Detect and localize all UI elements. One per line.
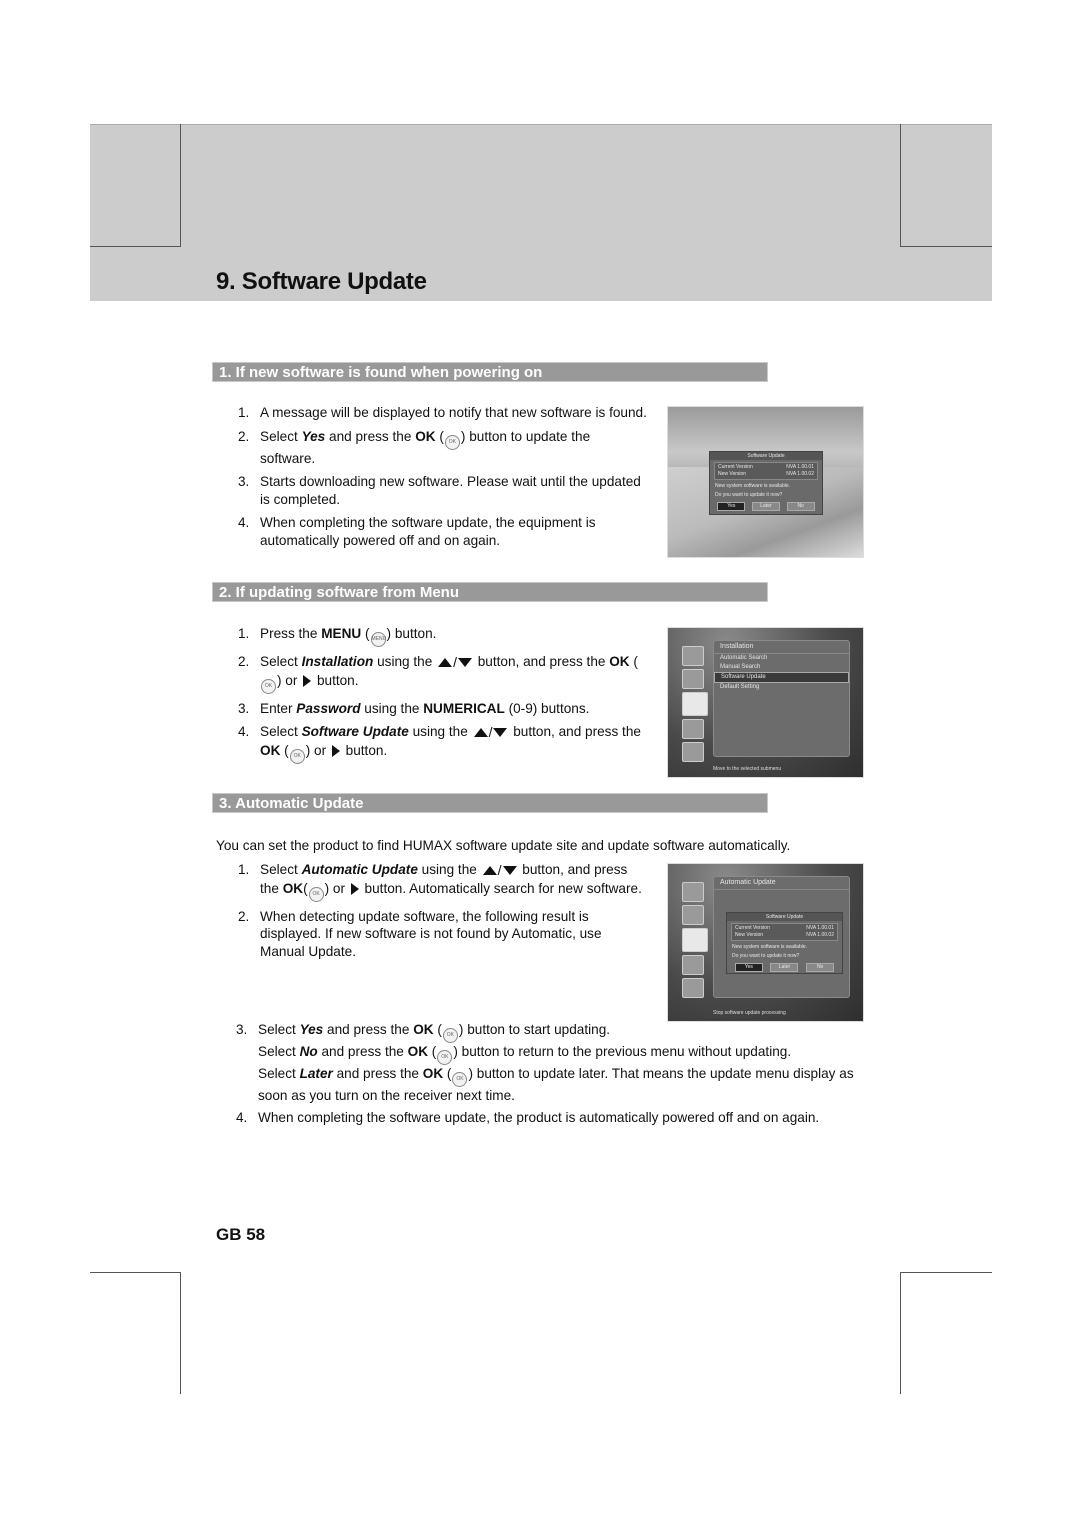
installation-icon xyxy=(682,928,708,952)
crop-mark xyxy=(180,124,181,246)
list-item: 3. Select Yes and press the OK (OK) butt… xyxy=(236,1022,854,1103)
no-button: No xyxy=(786,502,815,511)
page-number: GB 58 xyxy=(216,1225,266,1244)
ok-button-icon: OK xyxy=(444,434,460,450)
section-header-from-menu: 2. If updating software from Menu xyxy=(212,582,768,602)
list-item: 4. When completing the software update, t… xyxy=(236,1109,820,1125)
list-item: 2. Select Installation using the / button… xyxy=(238,653,648,694)
ok-button-icon: OK xyxy=(437,1050,453,1065)
automatic-update-intro: You can set the product to find HUMAX so… xyxy=(216,838,791,853)
screenshot-automatic-update: Automatic Update Software Update Current… xyxy=(667,863,864,1022)
crop-mark xyxy=(90,246,181,247)
ok-button-icon: OK xyxy=(261,678,276,694)
ok-button-icon: OK xyxy=(442,1028,458,1043)
software-update-dialog: Software Update Current Version NVA 1.00.… xyxy=(726,912,843,974)
page-title: 9. Software Update xyxy=(216,268,427,295)
menu-icon xyxy=(682,719,704,739)
crop-mark xyxy=(900,246,992,247)
menu-side-icons xyxy=(682,882,708,1001)
list-item: 1. A message will be displayed to notify … xyxy=(238,405,647,420)
up-down-arrow-icon: / xyxy=(473,724,508,742)
software-update-dialog: Software Update Current Version NVA 1.00.… xyxy=(709,451,823,515)
crop-mark xyxy=(90,1272,181,1273)
no-button: No xyxy=(806,963,835,972)
list-item: 4. When completing the software update, t… xyxy=(238,515,596,548)
crop-mark xyxy=(900,1272,992,1273)
later-button: Later xyxy=(770,963,799,972)
screenshot-update-dialog: Software Update Current Version NVA 1.00.… xyxy=(667,406,864,558)
list-item: 1. Select Automatic Update using the / bu… xyxy=(238,861,648,902)
section-2-steps: 1. Press the MENU (MENU) button. 2. Select… xyxy=(238,625,648,770)
right-arrow-icon xyxy=(350,882,359,895)
menu-icon xyxy=(682,742,704,762)
menu-icon xyxy=(682,669,704,689)
list-item: 2. When detecting update software, the fo… xyxy=(238,908,602,959)
crop-mark xyxy=(900,124,901,246)
menu-icon xyxy=(682,646,704,666)
ok-button-icon: OK xyxy=(452,1072,468,1087)
up-down-arrow-icon: / xyxy=(438,654,472,672)
ok-button-icon: OK xyxy=(308,886,324,902)
ok-button-icon: OK xyxy=(289,748,305,764)
menu-icon xyxy=(682,955,704,975)
section-header-powering-on: 1. If new software is found when powerin… xyxy=(212,362,768,382)
later-button: Later xyxy=(751,502,780,511)
section-header-automatic-update: 3. Automatic Update xyxy=(212,793,768,813)
menu-button-icon: MENU xyxy=(370,632,386,647)
up-down-arrow-icon: / xyxy=(482,862,517,880)
list-item: 1. Press the MENU (MENU) button. xyxy=(238,625,648,647)
menu-icon xyxy=(682,905,704,925)
menu-icon xyxy=(682,978,704,998)
yes-button: Yes xyxy=(734,963,763,972)
crop-mark xyxy=(900,1272,901,1394)
list-item: 3. Starts downloading new software. Pleas… xyxy=(238,474,641,507)
section-3-steps-a: 1. Select Automatic Update using the / bu… xyxy=(238,861,648,966)
screenshot-installation-menu: Installation Automatic Search Manual Sea… xyxy=(667,627,864,778)
right-arrow-icon xyxy=(303,674,312,687)
crop-mark xyxy=(180,1272,181,1394)
installation-icon xyxy=(682,692,708,716)
section-1-steps: 1. A message will be displayed to notify … xyxy=(238,404,648,555)
section-3-steps-b: 3. Select Yes and press the OK (OK) butt… xyxy=(236,1021,866,1132)
menu-icon xyxy=(682,882,704,902)
list-item: 2. Select Yes and press the OK (OK) butto… xyxy=(238,428,591,466)
list-item: 3. Enter Password using the NUMERICAL (0-… xyxy=(238,700,590,716)
yes-button: Yes xyxy=(717,502,746,511)
installation-menu-panel: Installation Automatic Search Manual Sea… xyxy=(713,640,850,757)
menu-side-icons xyxy=(682,646,708,765)
list-item: 4. Select Software Update using the / but… xyxy=(238,723,648,764)
right-arrow-icon xyxy=(331,744,340,757)
